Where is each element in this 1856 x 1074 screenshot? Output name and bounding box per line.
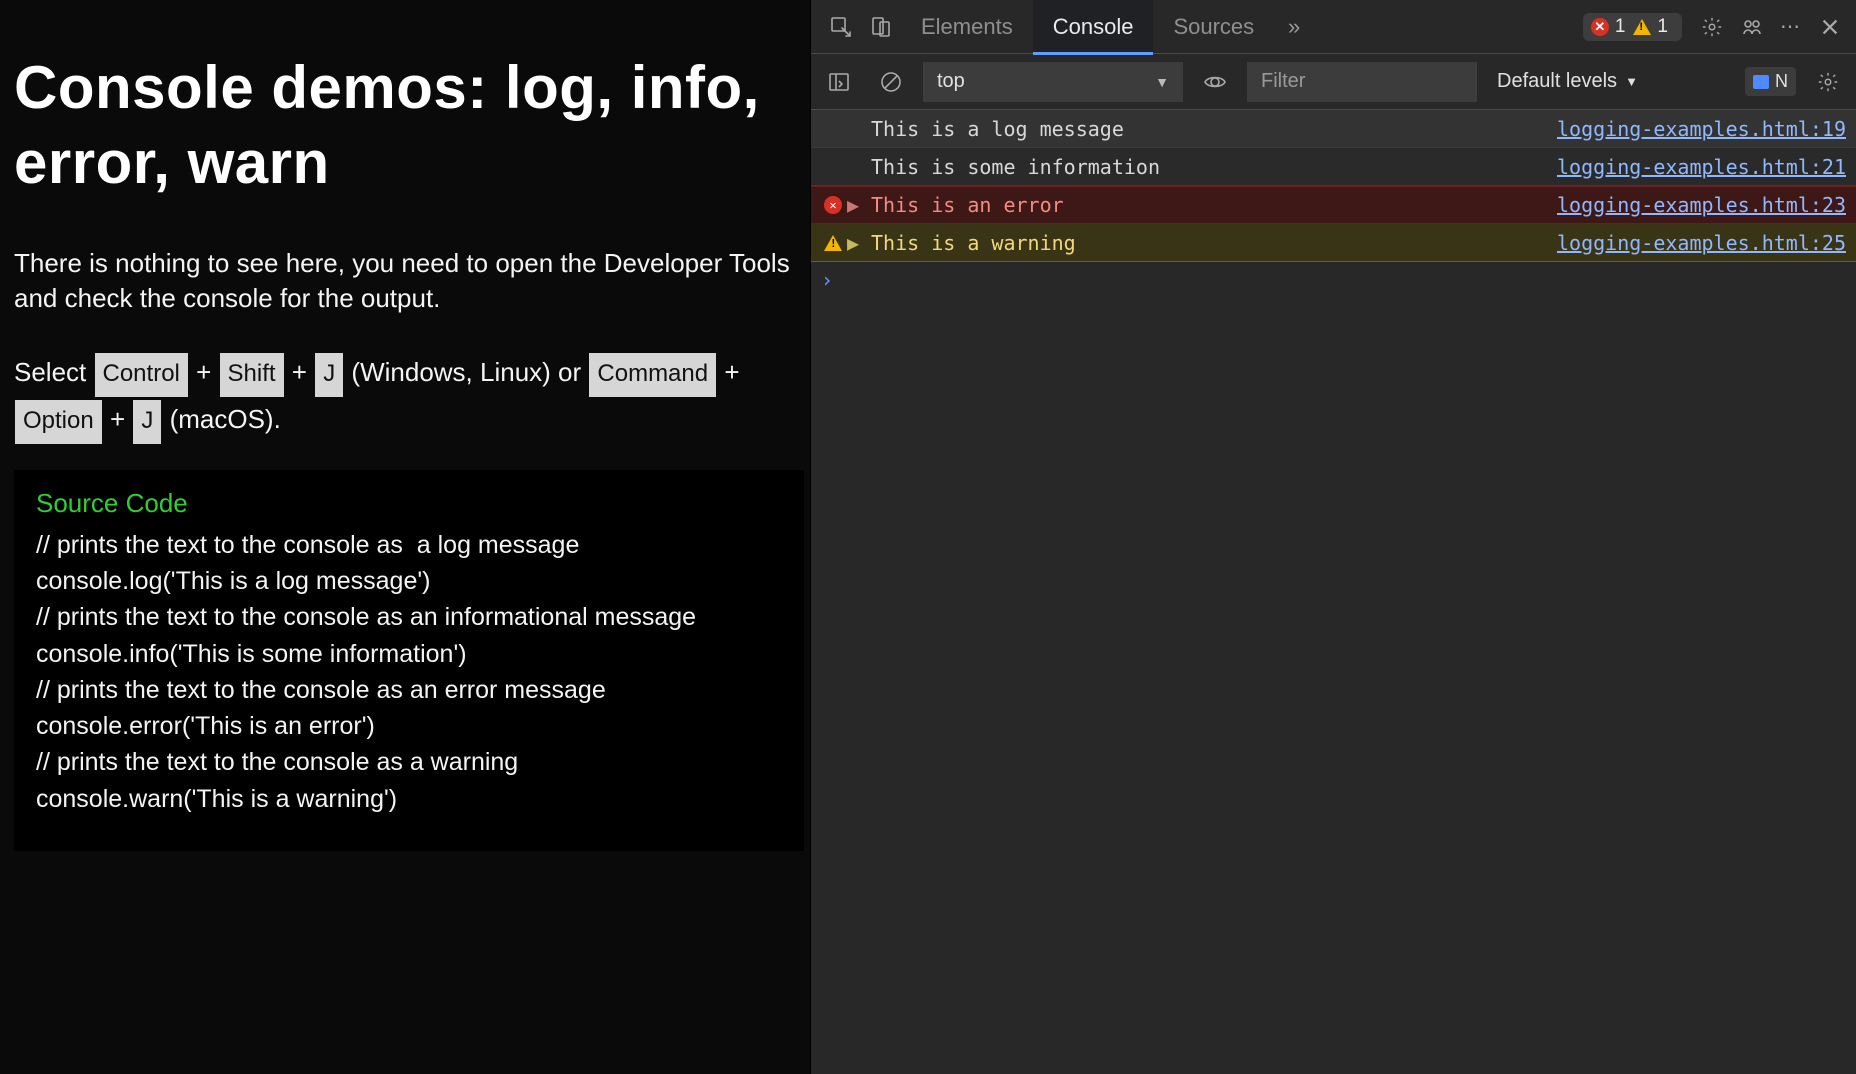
console-output: This is a log message logging-examples.h… — [811, 110, 1856, 1074]
message-text: This is a log message — [869, 117, 1557, 141]
execution-context-select[interactable]: top ▼ — [923, 62, 1183, 102]
message-source-link[interactable]: logging-examples.html:21 — [1557, 155, 1846, 179]
chevron-down-icon: ▼ — [1625, 74, 1638, 89]
key-command: Command — [589, 353, 716, 397]
console-message-warn[interactable]: ▶ This is a warning logging-examples.htm… — [811, 224, 1856, 262]
toggle-console-sidebar-icon[interactable] — [819, 62, 859, 102]
more-options-icon[interactable]: ⋯ — [1772, 14, 1810, 39]
error-count: 1 — [1615, 16, 1626, 38]
message-text: This is a warning — [869, 231, 1557, 255]
message-source-link[interactable]: logging-examples.html:23 — [1557, 193, 1846, 217]
source-line: // prints the text to the console as an … — [36, 599, 782, 635]
tab-console[interactable]: Console — [1033, 0, 1154, 54]
console-message-error[interactable]: ✕ ▶ This is an error logging-examples.ht… — [811, 186, 1856, 224]
source-line: // prints the text to the console as a w… — [36, 744, 782, 780]
source-line: console.error('This is an error') — [36, 708, 782, 744]
error-icon: ✕ — [819, 196, 847, 214]
device-toolbar-icon[interactable] — [861, 7, 901, 47]
expand-arrow-icon[interactable]: ▶ — [847, 231, 869, 255]
console-filter-input[interactable] — [1247, 62, 1477, 102]
source-line: // prints the text to the console as a l… — [36, 527, 782, 563]
page-description: There is nothing to see here, you need t… — [14, 246, 796, 316]
key-option: Option — [15, 400, 102, 444]
message-text: This is some information — [869, 155, 1557, 179]
console-message-log[interactable]: This is a log message logging-examples.h… — [811, 110, 1856, 148]
source-line: // prints the text to the console as an … — [36, 672, 782, 708]
source-line: console.log('This is a log message') — [36, 563, 782, 599]
log-levels-select[interactable]: Default levels ▼ — [1489, 70, 1646, 93]
source-line: console.info('This is some information') — [36, 636, 782, 672]
console-toolbar: top ▼ Default levels ▼ N — [811, 54, 1856, 110]
error-warning-status[interactable]: ✕ 1 1 — [1583, 13, 1682, 41]
page-title: Console demos: log, info, error, warn — [14, 50, 796, 200]
keyboard-shortcuts: Select Control + Shift + J (Windows, Lin… — [14, 350, 796, 444]
source-code-heading: Source Code — [36, 488, 782, 519]
console-prompt[interactable]: › — [811, 262, 1856, 298]
warning-count: 1 — [1657, 16, 1668, 38]
page-content: Console demos: log, info, error, warn Th… — [0, 0, 810, 1074]
console-message-info[interactable]: This is some information logging-example… — [811, 148, 1856, 186]
source-line: console.warn('This is a warning') — [36, 781, 782, 817]
warning-icon — [1633, 19, 1651, 35]
context-value: top — [937, 70, 965, 93]
console-settings-icon[interactable] — [1808, 62, 1848, 102]
key-control: Control — [95, 353, 188, 397]
expand-arrow-icon[interactable]: ▶ — [847, 193, 869, 217]
devtools-tabbar: Elements Console Sources » ✕ 1 1 ⋯ — [811, 0, 1856, 54]
message-source-link[interactable]: logging-examples.html:19 — [1557, 117, 1846, 141]
key-j-mac: J — [133, 400, 161, 444]
warning-icon — [819, 235, 847, 251]
error-icon: ✕ — [1591, 18, 1609, 36]
clear-console-icon[interactable] — [871, 62, 911, 102]
chevron-down-icon: ▼ — [1155, 74, 1169, 90]
customize-icon[interactable] — [1732, 7, 1772, 47]
close-devtools-icon[interactable] — [1810, 7, 1850, 47]
live-expression-icon[interactable] — [1195, 62, 1235, 102]
devtools-panel: Elements Console Sources » ✕ 1 1 ⋯ top — [810, 0, 1856, 1074]
prompt-chevron-icon: › — [821, 268, 833, 292]
key-shift: Shift — [220, 353, 284, 397]
tab-sources[interactable]: Sources — [1153, 0, 1274, 54]
issues-icon — [1753, 75, 1769, 89]
issues-button[interactable]: N — [1745, 67, 1796, 96]
message-text: This is an error — [869, 193, 1557, 217]
more-tabs-icon[interactable]: » — [1274, 7, 1314, 47]
settings-icon[interactable] — [1692, 7, 1732, 47]
key-j: J — [315, 353, 343, 397]
tab-elements[interactable]: Elements — [901, 0, 1033, 54]
source-code-box: Source Code // prints the text to the co… — [14, 470, 804, 851]
message-source-link[interactable]: logging-examples.html:25 — [1557, 231, 1846, 255]
inspect-element-icon[interactable] — [821, 7, 861, 47]
